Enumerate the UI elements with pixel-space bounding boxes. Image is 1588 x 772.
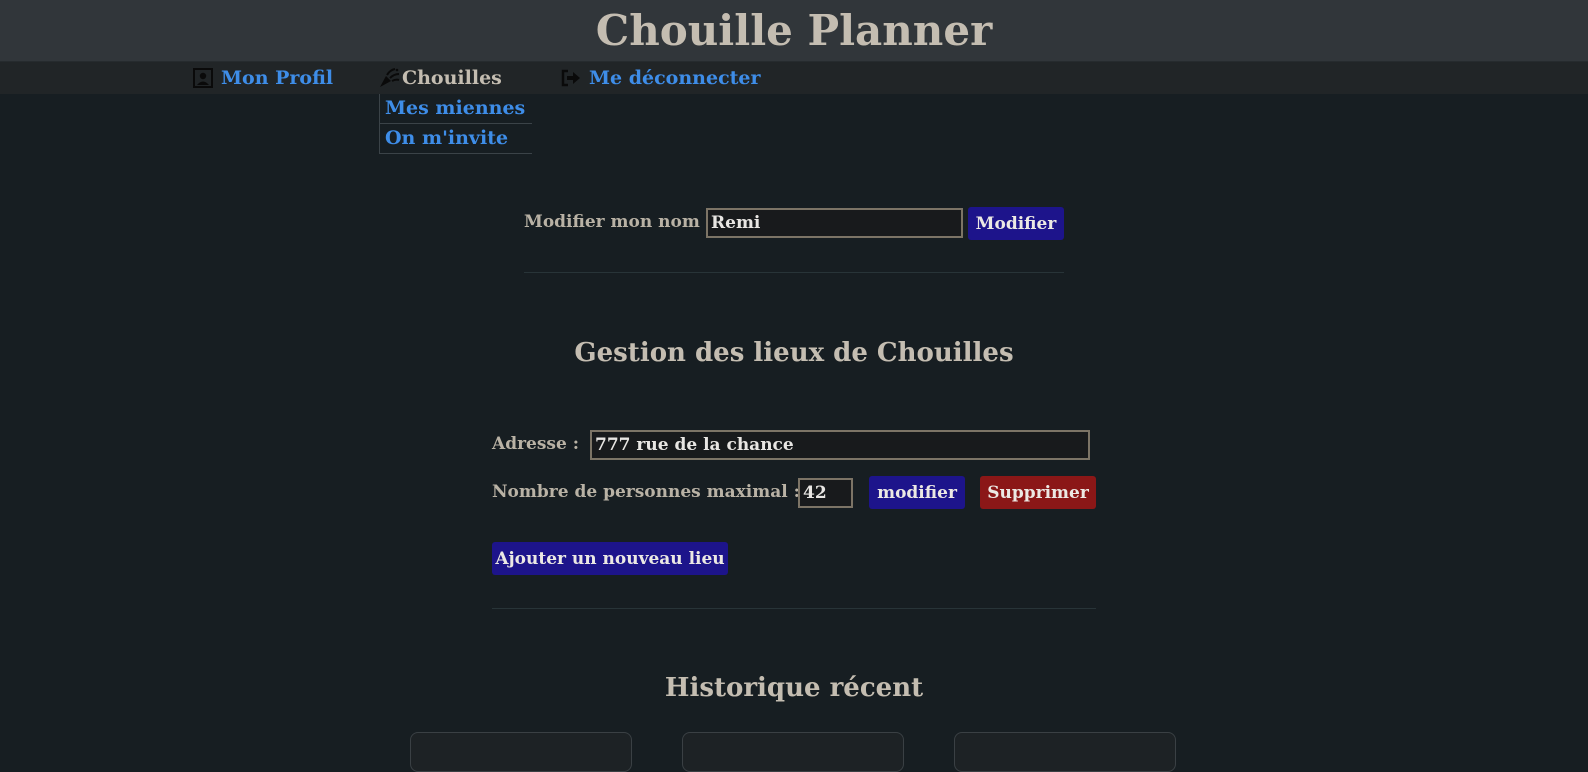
logout-icon	[560, 67, 582, 89]
address-input[interactable]	[590, 430, 1090, 460]
dropdown-item-on-m-invite[interactable]: On m'invite	[380, 124, 532, 154]
nav-item-logout[interactable]: Me déconnecter	[560, 62, 761, 94]
modify-name-button[interactable]: Modifier	[968, 207, 1064, 240]
nav-logout-label[interactable]: Me déconnecter	[589, 67, 761, 89]
site-header: Chouille Planner	[0, 0, 1588, 62]
party-popper-icon	[378, 67, 400, 89]
capacity-label: Nombre de personnes maximal :	[492, 482, 800, 502]
history-card[interactable]	[410, 732, 632, 772]
dropdown-item-mes-miennes[interactable]: Mes miennes	[380, 94, 532, 124]
nav-chouilles-label[interactable]: Chouilles	[402, 67, 502, 89]
nav-item-chouilles[interactable]: Chouilles	[378, 62, 502, 94]
main-nav: Mon Profil Chouilles Me déconnecter	[0, 62, 1588, 94]
add-place-button[interactable]: Ajouter un nouveau lieu	[492, 542, 728, 575]
delete-place-button[interactable]: Supprimer	[980, 476, 1096, 509]
history-card[interactable]	[682, 732, 904, 772]
section-divider	[492, 608, 1096, 609]
section-divider	[524, 272, 1064, 273]
nav-profil-label[interactable]: Mon Profil	[221, 67, 333, 89]
history-section-title: Historique récent	[664, 673, 924, 703]
history-card[interactable]	[954, 732, 1176, 772]
address-label: Adresse :	[492, 434, 580, 454]
site-title: Chouille Planner	[595, 6, 993, 55]
chouilles-dropdown-menu: Mes miennes On m'invite	[379, 94, 532, 154]
modify-place-button[interactable]: modifier	[869, 476, 965, 509]
capacity-input[interactable]	[798, 478, 853, 508]
places-section-title: Gestion des lieux de Chouilles	[574, 338, 1014, 368]
name-field-label: Modifier mon nom :	[524, 212, 713, 232]
profile-icon	[192, 67, 214, 89]
name-input[interactable]	[706, 208, 963, 238]
nav-item-profil[interactable]: Mon Profil	[192, 62, 333, 94]
